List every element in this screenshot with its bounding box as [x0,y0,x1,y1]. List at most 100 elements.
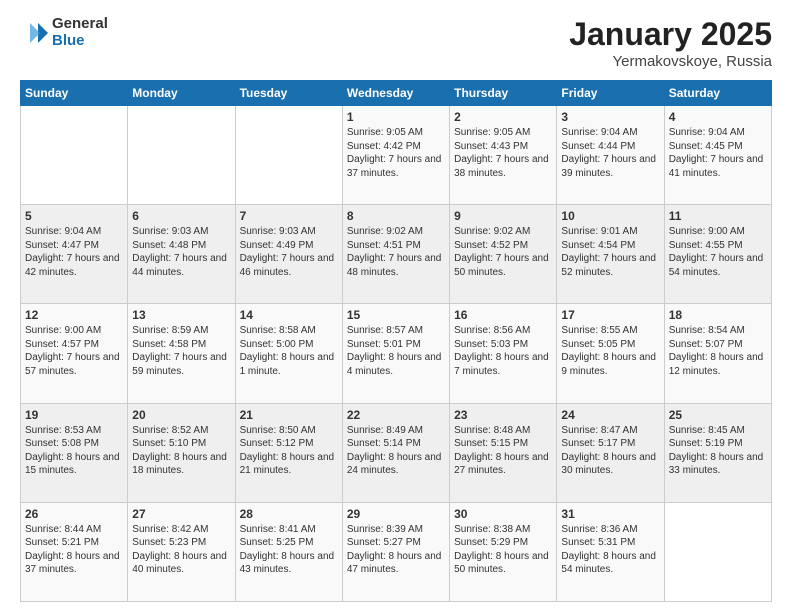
day-number: 6 [132,209,230,223]
table-row: 5Sunrise: 9:04 AM Sunset: 4:47 PM Daylig… [21,205,128,304]
logo-blue: Blue [52,33,108,50]
day-number: 19 [25,408,123,422]
day-number: 17 [561,308,659,322]
day-info: Sunrise: 8:52 AM Sunset: 5:10 PM Dayligh… [132,424,230,478]
table-row: 30 Sunrise: 8:38 AM Sunset: 5:29 PM Dayli… [450,502,557,601]
table-row: 9 Sunrise: 9:02 AM Sunset: 4:52 PM Daylig… [450,205,557,304]
logo-icon [20,19,48,47]
table-row: 3 Sunrise: 9:04 AM Sunset: 4:44 PM Daylig… [557,106,664,205]
table-row: 27Sunrise: 8:42 AM Sunset: 5:23 PM Dayli… [128,502,235,601]
day-info: Sunrise: 9:03 AM Sunset: 4:49 PM Dayligh… [240,225,338,279]
day-info: Sunrise: 9:04 AM Sunset: 4:45 PM Dayligh… [669,126,767,180]
day-number: 30 [454,507,552,521]
day-number: 15 [347,308,445,322]
calendar-week-row: 1 Sunrise: 9:05 AM Sunset: 4:42 PM Daylig… [21,106,772,205]
table-row: 22 Sunrise: 8:49 AM Sunset: 5:14 PM Dayli… [342,403,449,502]
col-friday: Friday [557,81,664,106]
header: General Blue January 2025 Yermakovskoye,… [20,16,772,70]
table-row: 8Sunrise: 9:02 AM Sunset: 4:51 PM Daylig… [342,205,449,304]
day-number: 25 [669,408,767,422]
logo: General Blue [20,16,108,49]
day-info: Sunrise: 8:48 AM Sunset: 5:15 PM Dayligh… [454,424,552,478]
day-info: Sunrise: 8:49 AM Sunset: 5:14 PM Dayligh… [347,424,445,478]
calendar-week-row: 12 Sunrise: 9:00 AM Sunset: 4:57 PM Dayli… [21,304,772,403]
table-row: 6 Sunrise: 9:03 AM Sunset: 4:48 PM Daylig… [128,205,235,304]
table-row: 29 Sunrise: 8:39 AM Sunset: 5:27 PM Dayli… [342,502,449,601]
table-row: 16 Sunrise: 8:56 AM Sunset: 5:03 PM Dayli… [450,304,557,403]
day-info: Sunrise: 9:02 AM Sunset: 4:52 PM Dayligh… [454,225,552,279]
day-number: 14 [240,308,338,322]
day-info: Sunrise: 9:03 AM Sunset: 4:48 PM Dayligh… [132,225,230,279]
day-info: Sunrise: 9:05 AM Sunset: 4:43 PM Dayligh… [454,126,552,180]
day-info: Sunrise: 8:38 AM Sunset: 5:29 PM Dayligh… [454,523,552,577]
day-info: Sunrise: 8:55 AM Sunset: 5:05 PM Dayligh… [561,324,659,378]
page: General Blue January 2025 Yermakovskoye,… [0,0,792,612]
day-info: Sunrise: 9:00 AM Sunset: 4:55 PM Dayligh… [669,225,767,279]
day-number: 18 [669,308,767,322]
table-row: 2Sunrise: 9:05 AM Sunset: 4:43 PM Daylig… [450,106,557,205]
day-info: Sunrise: 8:50 AM Sunset: 5:12 PM Dayligh… [240,424,338,478]
day-number: 29 [347,507,445,521]
table-row: 10 Sunrise: 9:01 AM Sunset: 4:54 PM Dayli… [557,205,664,304]
day-number: 21 [240,408,338,422]
col-thursday: Thursday [450,81,557,106]
table-row: 21 Sunrise: 8:50 AM Sunset: 5:12 PM Dayli… [235,403,342,502]
table-row: 20 Sunrise: 8:52 AM Sunset: 5:10 PM Dayli… [128,403,235,502]
day-number: 10 [561,209,659,223]
day-number: 20 [132,408,230,422]
table-row: 7Sunrise: 9:03 AM Sunset: 4:49 PM Daylig… [235,205,342,304]
day-number: 5 [25,209,123,223]
day-number: 3 [561,110,659,124]
col-saturday: Saturday [664,81,771,106]
table-row: 19Sunrise: 8:53 AM Sunset: 5:08 PM Dayli… [21,403,128,502]
day-number: 26 [25,507,123,521]
day-number: 28 [240,507,338,521]
table-row [664,502,771,601]
calendar-week-row: 26 Sunrise: 8:44 AM Sunset: 5:21 PM Dayli… [21,502,772,601]
day-number: 1 [347,110,445,124]
day-info: Sunrise: 8:44 AM Sunset: 5:21 PM Dayligh… [25,523,123,577]
calendar-subtitle: Yermakovskoye, Russia [569,53,772,70]
table-row: 11 Sunrise: 9:00 AM Sunset: 4:55 PM Dayli… [664,205,771,304]
day-number: 12 [25,308,123,322]
logo-text: General Blue [52,16,108,49]
day-info: Sunrise: 9:05 AM Sunset: 4:42 PM Dayligh… [347,126,445,180]
table-row: 31 Sunrise: 8:36 AM Sunset: 5:31 PM Dayli… [557,502,664,601]
title-block: January 2025 Yermakovskoye, Russia [569,16,772,70]
calendar-header-row: Sunday Monday Tuesday Wednesday Thursday… [21,81,772,106]
day-info: Sunrise: 8:59 AM Sunset: 4:58 PM Dayligh… [132,324,230,378]
table-row [21,106,128,205]
day-number: 31 [561,507,659,521]
table-row [128,106,235,205]
day-number: 22 [347,408,445,422]
day-number: 11 [669,209,767,223]
calendar-week-row: 19Sunrise: 8:53 AM Sunset: 5:08 PM Dayli… [21,403,772,502]
day-info: Sunrise: 9:01 AM Sunset: 4:54 PM Dayligh… [561,225,659,279]
table-row: 13 Sunrise: 8:59 AM Sunset: 4:58 PM Dayli… [128,304,235,403]
table-row: 14 Sunrise: 8:58 AM Sunset: 5:00 PM Dayli… [235,304,342,403]
col-sunday: Sunday [21,81,128,106]
day-info: Sunrise: 8:56 AM Sunset: 5:03 PM Dayligh… [454,324,552,378]
day-number: 9 [454,209,552,223]
day-info: Sunrise: 8:58 AM Sunset: 5:00 PM Dayligh… [240,324,338,378]
day-info: Sunrise: 8:47 AM Sunset: 5:17 PM Dayligh… [561,424,659,478]
col-wednesday: Wednesday [342,81,449,106]
calendar-title: January 2025 [569,16,772,53]
col-monday: Monday [128,81,235,106]
day-info: Sunrise: 8:39 AM Sunset: 5:27 PM Dayligh… [347,523,445,577]
day-info: Sunrise: 9:04 AM Sunset: 4:44 PM Dayligh… [561,126,659,180]
table-row: 4Sunrise: 9:04 AM Sunset: 4:45 PM Daylig… [664,106,771,205]
day-number: 16 [454,308,552,322]
day-number: 23 [454,408,552,422]
day-number: 27 [132,507,230,521]
table-row [235,106,342,205]
day-info: Sunrise: 8:45 AM Sunset: 5:19 PM Dayligh… [669,424,767,478]
day-info: Sunrise: 9:00 AM Sunset: 4:57 PM Dayligh… [25,324,123,378]
table-row: 26 Sunrise: 8:44 AM Sunset: 5:21 PM Dayli… [21,502,128,601]
day-number: 13 [132,308,230,322]
table-row: 28Sunrise: 8:41 AM Sunset: 5:25 PM Dayli… [235,502,342,601]
table-row: 25 Sunrise: 8:45 AM Sunset: 5:19 PM Dayli… [664,403,771,502]
day-info: Sunrise: 8:36 AM Sunset: 5:31 PM Dayligh… [561,523,659,577]
logo-general: General [52,16,108,33]
table-row: 12 Sunrise: 9:00 AM Sunset: 4:57 PM Dayli… [21,304,128,403]
